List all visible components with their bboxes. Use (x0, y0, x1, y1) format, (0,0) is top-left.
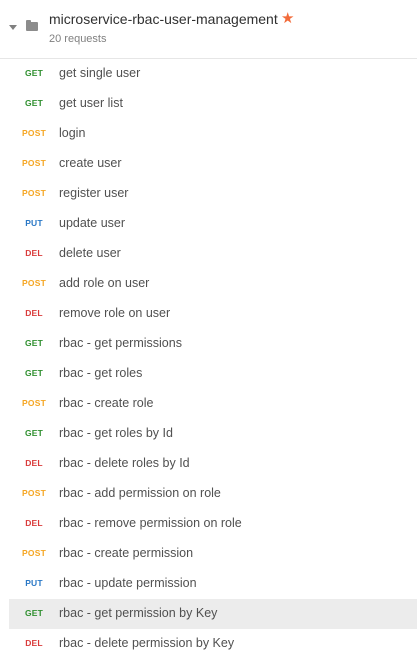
request-item[interactable]: POST rbac - add permission on role (9, 479, 417, 509)
request-name: rbac - remove permission on role (59, 516, 242, 530)
request-name: rbac - add permission on role (59, 486, 221, 500)
request-list: GET get single user GET get user list POST lo… (0, 59, 417, 659)
request-item[interactable]: GET rbac - get roles (9, 359, 417, 389)
method-badge: DEL (25, 518, 43, 528)
request-name: rbac - create role (59, 396, 154, 410)
method-badge: DEL (25, 308, 43, 318)
request-name: create user (59, 156, 122, 170)
method-badge: DEL (25, 458, 43, 468)
request-item[interactable]: DEL rbac - delete roles by Id (9, 449, 417, 479)
request-item[interactable]: GET get user list (9, 89, 417, 119)
caret-down-icon[interactable] (9, 25, 17, 30)
request-name: update user (59, 216, 126, 230)
request-name: add role on user (59, 276, 150, 290)
request-item[interactable]: PUT update user (9, 209, 417, 239)
method-badge: POST (22, 128, 46, 138)
method-badge: POST (22, 488, 46, 498)
request-name: rbac - get permission by Key (59, 606, 218, 620)
collection-sidebar: microservice-rbac-user-management ★ 20 r… (0, 0, 417, 672)
request-item[interactable]: POST register user (9, 179, 417, 209)
request-item[interactable]: POST rbac - create role (9, 389, 417, 419)
request-item[interactable]: GET rbac - get permissions (9, 329, 417, 359)
request-item[interactable]: POST login (9, 119, 417, 149)
request-name: rbac - get permissions (59, 336, 182, 350)
request-name: rbac - delete roles by Id (59, 456, 190, 470)
method-badge: GET (24, 338, 44, 348)
request-name: delete user (59, 246, 121, 260)
request-item[interactable]: POST create user (9, 149, 417, 179)
method-badge: PUT (25, 578, 43, 588)
method-badge: GET (24, 608, 44, 618)
request-item[interactable]: DEL delete user (9, 239, 417, 269)
method-badge: POST (22, 158, 46, 168)
request-name: rbac - get roles by Id (59, 426, 173, 440)
request-name: login (59, 126, 86, 140)
method-badge: GET (24, 98, 44, 108)
request-name: rbac - update permission (59, 576, 197, 590)
request-name: get single user (59, 66, 141, 80)
request-name: register user (59, 186, 129, 200)
request-item[interactable]: GET get single user (9, 59, 417, 89)
request-name: rbac - delete permission by Key (59, 636, 235, 650)
folder-icon (26, 20, 38, 31)
request-name: remove role on user (59, 306, 171, 320)
request-item[interactable]: POST add role on user (9, 269, 417, 299)
method-badge: GET (24, 68, 44, 78)
request-item[interactable]: GET rbac - get permission by Key (9, 599, 417, 629)
request-name: rbac - get roles (59, 366, 143, 380)
request-item[interactable]: PUT rbac - update permission (9, 569, 417, 599)
star-icon[interactable]: ★ (281, 10, 294, 27)
request-count: 20 requests (49, 33, 107, 45)
method-badge: POST (22, 548, 46, 558)
method-badge: PUT (25, 218, 43, 228)
method-badge: POST (22, 278, 46, 288)
request-item[interactable]: DEL remove role on user (9, 299, 417, 329)
method-badge: DEL (25, 638, 43, 648)
request-item[interactable]: DEL rbac - delete permission by Key (9, 629, 417, 659)
method-badge: GET (24, 368, 44, 378)
request-item[interactable]: POST rbac - create permission (9, 539, 417, 569)
method-badge: POST (22, 398, 46, 408)
method-badge: POST (22, 188, 46, 198)
request-item[interactable]: DEL rbac - remove permission on role (9, 509, 417, 539)
method-badge: GET (24, 428, 44, 438)
collection-header[interactable]: microservice-rbac-user-management ★ 20 r… (0, 0, 417, 59)
collection-name[interactable]: microservice-rbac-user-management (49, 11, 278, 27)
request-name: get user list (59, 96, 123, 110)
request-item[interactable]: GET rbac - get roles by Id (9, 419, 417, 449)
method-badge: DEL (25, 248, 43, 258)
request-name: rbac - create permission (59, 546, 194, 560)
